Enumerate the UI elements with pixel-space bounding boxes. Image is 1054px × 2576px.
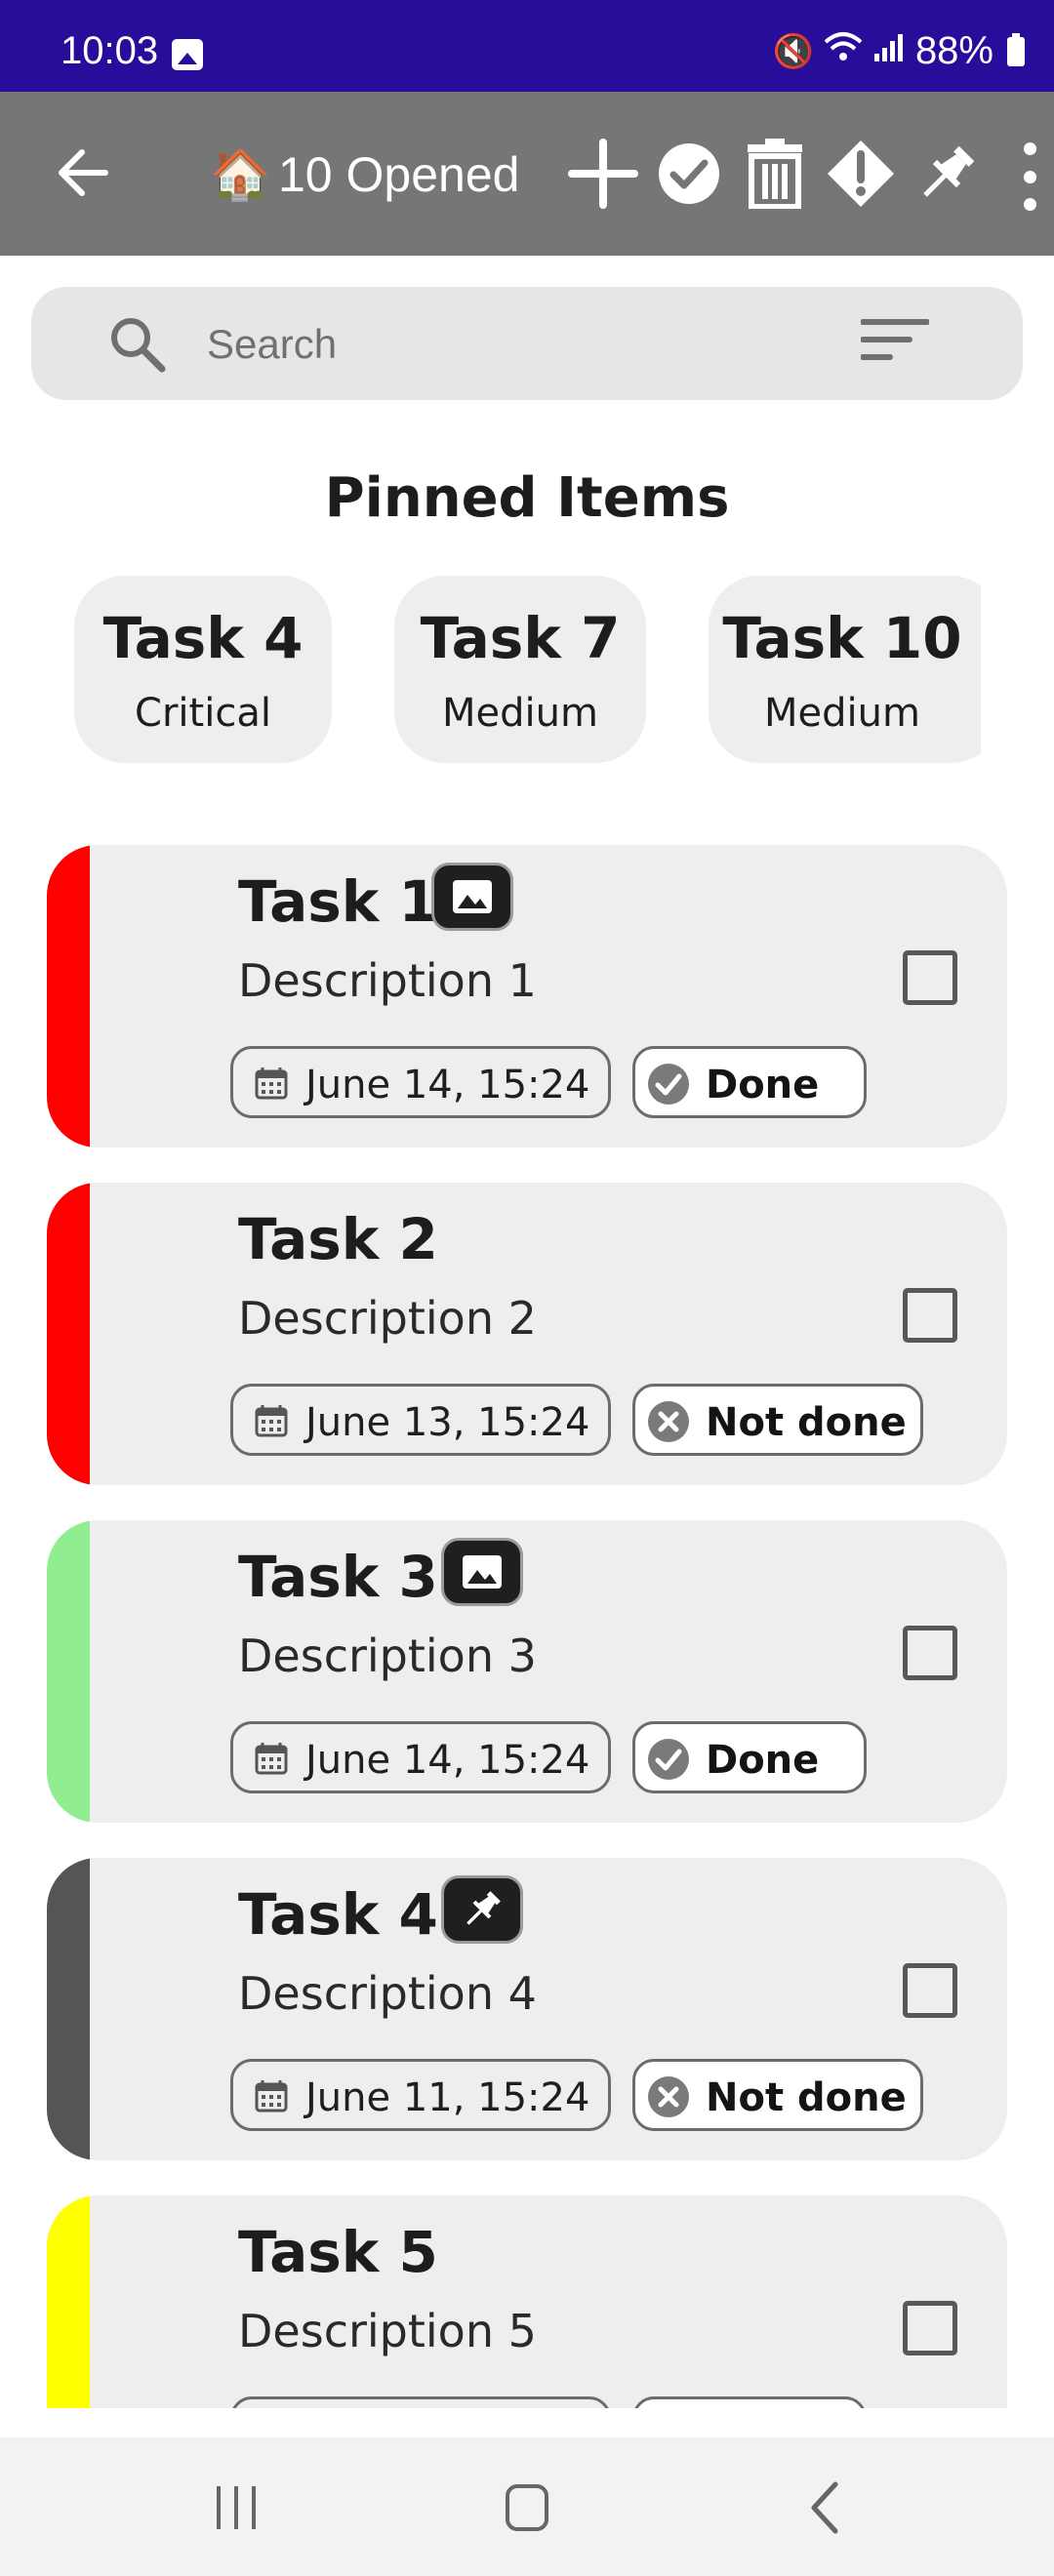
task-title: Task 3 (238, 1544, 438, 1610)
warning-diamond-icon (828, 141, 894, 207)
task-card[interactable]: Task 4 Description 4 June 11, 15:24 Not … (47, 1858, 1007, 2160)
calendar-icon (255, 1067, 288, 1100)
task-checkbox[interactable] (903, 2301, 957, 2355)
cancel-circle-icon (648, 1401, 689, 1442)
check-circle-icon (648, 1739, 689, 1780)
due-date-chip[interactable]: June 14, 15:24 (230, 1046, 611, 1118)
status-text: Done (706, 1063, 820, 1107)
wifi-icon (824, 30, 863, 72)
priority-stripe (47, 1520, 90, 1823)
image-icon (431, 863, 513, 931)
calendar-icon (255, 1405, 288, 1437)
due-date-text: June 14, 15:24 (305, 1738, 590, 1783)
cancel-circle-icon (648, 2076, 689, 2117)
priority-stripe (47, 1183, 90, 1485)
due-date-chip[interactable]: June 13, 15:24 (230, 1384, 611, 1456)
due-date-text: June 11, 15:24 (305, 2075, 590, 2120)
calendar-icon (255, 1743, 288, 1775)
check-circle-icon (648, 1064, 689, 1105)
back-icon[interactable] (787, 2478, 865, 2537)
task-description: Description 2 (238, 1292, 537, 1345)
app-bar: 🏠 10 Opened (0, 92, 1054, 256)
back-arrow-icon[interactable] (49, 139, 117, 207)
pin-button[interactable] (912, 135, 982, 213)
check-circle-icon (659, 143, 719, 204)
status-bar: 10:03 🔇 88% (0, 0, 1054, 92)
task-card[interactable]: Task 2 Description 2 June 13, 15:24 Not … (47, 1183, 1007, 1485)
mark-done-button[interactable] (654, 135, 724, 213)
task-description: Description 4 (238, 1967, 537, 2020)
status-text: Not done (706, 2075, 907, 2120)
task-checkbox[interactable] (903, 950, 957, 1005)
calendar-icon (255, 2080, 288, 2113)
priority-button[interactable] (826, 135, 896, 213)
status-chip[interactable]: Done (632, 1046, 867, 1118)
battery-icon (1007, 32, 1025, 66)
priority-stripe (47, 845, 90, 1147)
system-nav-bar (0, 2437, 1054, 2576)
battery-percent: 88% (914, 29, 993, 72)
task-checkbox[interactable] (903, 1288, 957, 1343)
pin-icon (923, 145, 975, 197)
due-date-text: June 13, 15:24 (305, 1400, 590, 1445)
home-icon[interactable] (488, 2478, 566, 2537)
status-chip[interactable]: Not done (632, 2059, 923, 2131)
mute-icon: 🔇 (772, 32, 814, 70)
priority-stripe (47, 1858, 90, 2160)
add-button[interactable] (568, 135, 638, 213)
task-title: Task 4 (238, 1881, 438, 1948)
task-title: Task 2 (238, 1206, 438, 1272)
image-icon (441, 1538, 523, 1606)
task-checkbox[interactable] (903, 1963, 957, 2018)
status-text: Not done (706, 1400, 907, 1445)
pin-icon (441, 1875, 523, 1944)
delete-button[interactable] (740, 135, 810, 213)
recent-apps-icon[interactable] (197, 2478, 275, 2537)
due-date-chip[interactable]: June 11, 15:24 (230, 2059, 611, 2131)
gallery-notification-icon (172, 39, 203, 70)
task-title: Task 1 (238, 868, 438, 935)
toolbar-actions (568, 135, 982, 213)
task-description: Description 1 (238, 954, 537, 1007)
due-date-chip[interactable]: June 14, 15:24 (230, 1721, 611, 1793)
trash-icon (748, 139, 802, 209)
task-description: Description 5 (238, 2305, 537, 2357)
overflow-menu-icon[interactable] (1015, 142, 1044, 211)
status-icons: 🔇 88% (773, 29, 1025, 73)
status-chip[interactable]: Done (632, 1721, 867, 1793)
task-card[interactable]: Task 5 Description 5 (47, 2195, 1007, 2408)
task-card[interactable]: Task 3 Description 3 June 14, 15:24 Done (47, 1520, 1007, 1823)
task-title: Task 5 (238, 2219, 438, 2285)
house-icon: 🏠 (210, 146, 271, 203)
task-checkbox[interactable] (903, 1626, 957, 1680)
priority-stripe (47, 2195, 90, 2408)
task-description: Description 3 (238, 1630, 537, 1682)
status-chip[interactable] (632, 2396, 867, 2408)
plus-icon (568, 139, 638, 209)
status-text: Done (706, 1738, 820, 1783)
status-time: 10:03 (61, 29, 159, 72)
due-date-chip[interactable] (230, 2396, 611, 2408)
signal-icon (872, 32, 906, 70)
page-title: 10 Opened (278, 147, 520, 202)
task-list[interactable]: Task 1 Description 1 June 14, 15:24 Done… (0, 256, 1054, 2408)
task-card[interactable]: Task 1 Description 1 June 14, 15:24 Done (47, 845, 1007, 1147)
status-chip[interactable]: Not done (632, 1384, 923, 1456)
due-date-text: June 14, 15:24 (305, 1063, 590, 1107)
